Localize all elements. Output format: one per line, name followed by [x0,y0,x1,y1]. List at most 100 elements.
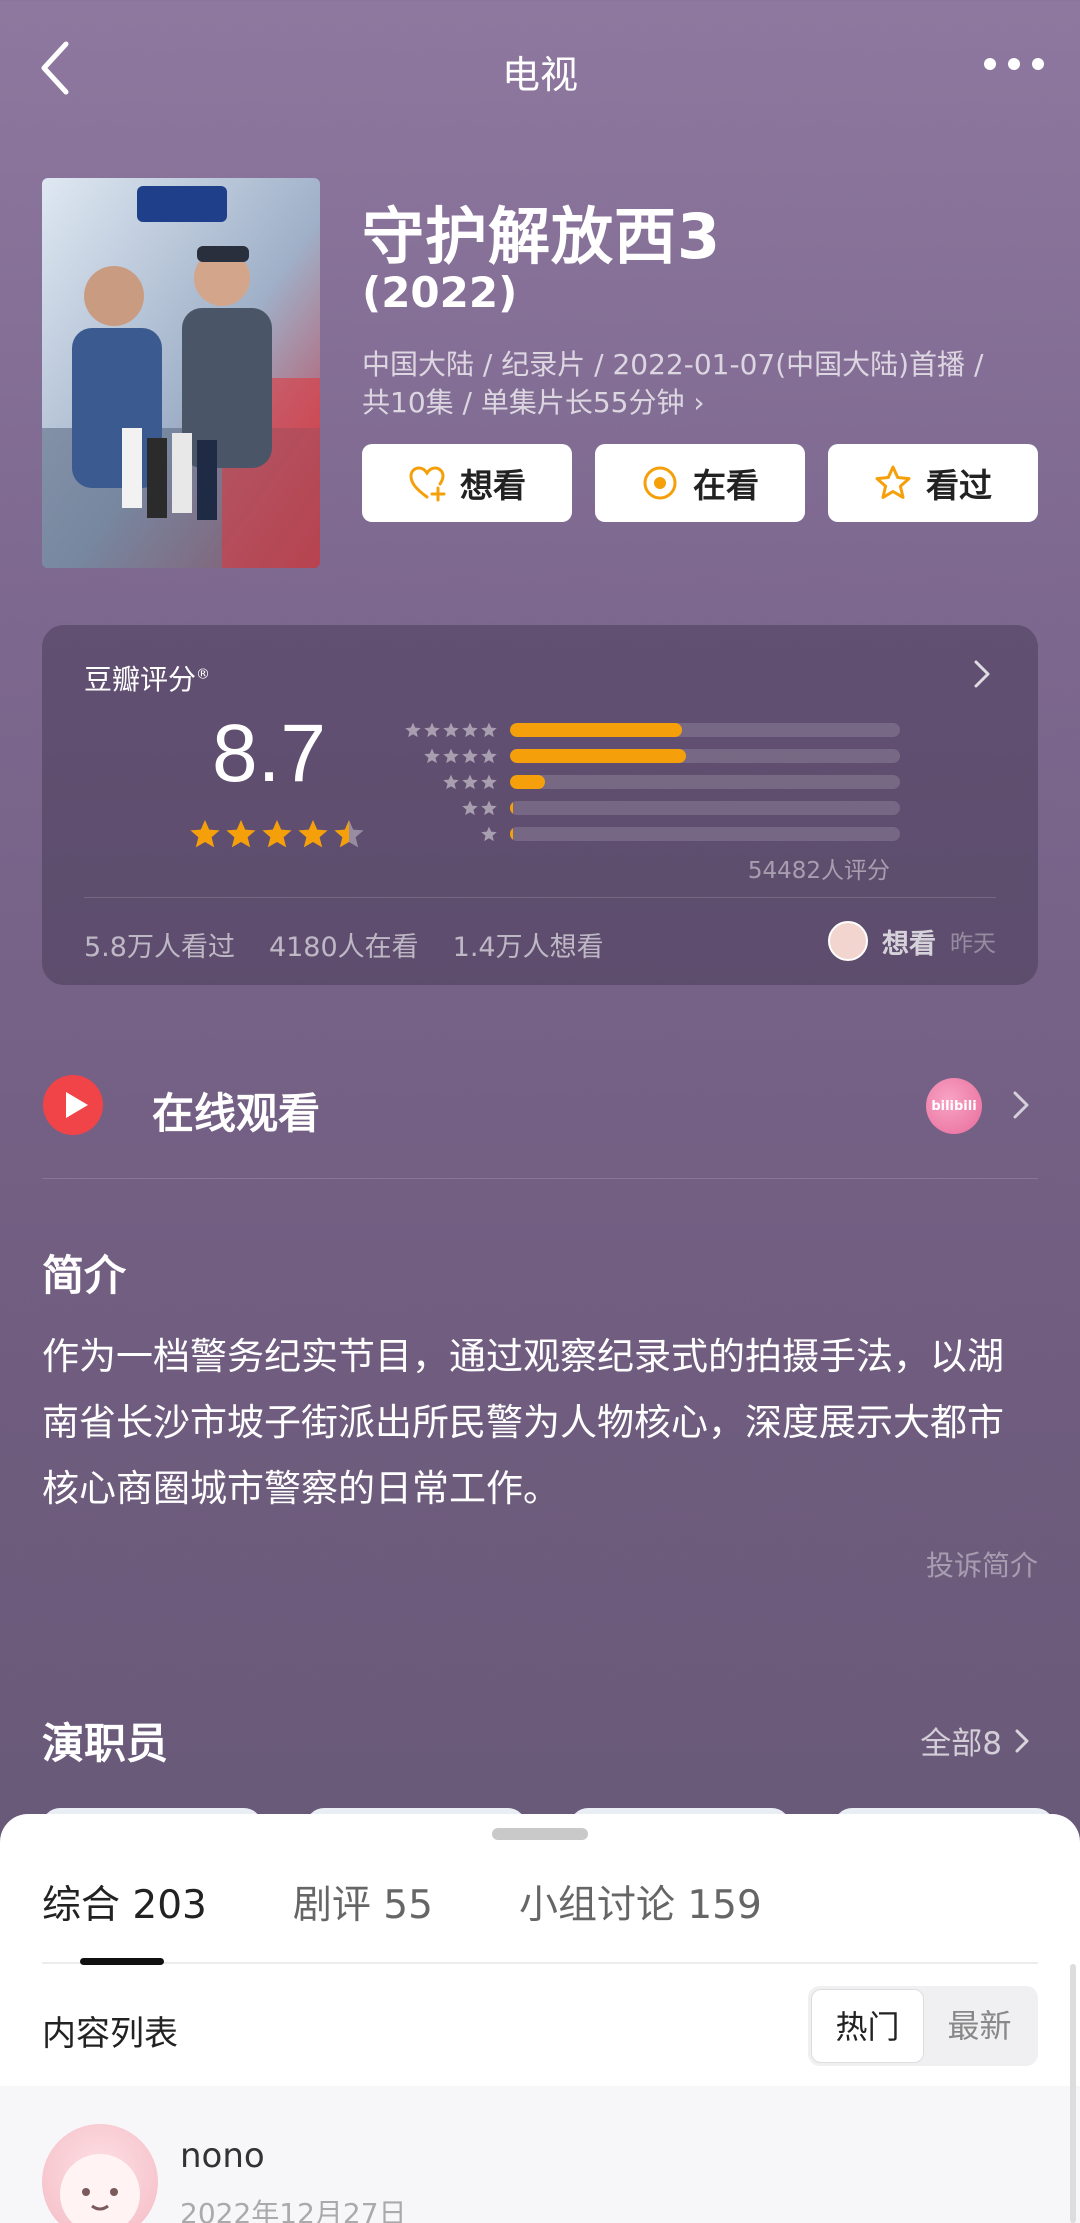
distribution-bar [510,749,686,763]
rating-card[interactable]: 豆瓣评分® 8.7 54482人评分 5.8万人看过 4180人在看 1.4万人… [42,625,1038,985]
more-horizontal-icon[interactable] [984,58,1044,74]
star-icon [481,800,497,816]
page-title: 电视 [501,53,578,97]
chevron-right-icon [1015,1729,1029,1752]
stat-watched[interactable]: 5.8万人看过 [84,925,235,964]
star-icon [424,722,440,738]
post-date: 2022年12月27日 [180,2197,407,2223]
star-icon [481,748,497,764]
tab-reviews[interactable]: 剧评 55 [293,1874,433,1930]
tab-indicator [80,1958,164,1965]
star-icon [443,748,459,764]
watch-online-label: 在线观看 [152,1089,321,1138]
intro-title: 简介 [42,1251,127,1300]
stat-want[interactable]: 1.4万人想看 [453,925,604,964]
distribution-row-5-star [388,717,900,743]
meta-line-1: 中国大陆 / 纪录片 / 2022-01-07(中国大陆)首播 / [362,348,984,381]
friend-activity[interactable]: 想看 昨天 [828,921,996,961]
row-stars [388,721,498,739]
star-icon [443,774,459,790]
sort-hot-button[interactable]: 热门 [811,1989,924,2063]
distribution-row-3-star [388,769,900,795]
distribution-track [510,827,900,841]
watching-circle-icon [643,466,677,500]
intro-text[interactable]: 作为一档警务纪实节目，通过观察纪录式的拍摄手法，以湖南省长沙市坡子街派出所民警为… [42,1324,1032,1522]
tabs-divider [42,1962,1038,1964]
sort-toggle: 热门 最新 [808,1986,1038,2066]
rating-label: 豆瓣评分® [84,663,211,696]
distribution-bar [510,801,513,815]
star-icon [334,820,364,848]
distribution-track [510,723,900,737]
section-divider [42,1178,1038,1179]
row-stars [388,799,498,817]
report-intro-link[interactable]: 投诉简介 [926,1544,1038,1584]
star-icon [298,820,328,848]
sheet-handle[interactable] [492,1828,588,1840]
post-username[interactable]: nono [180,2136,265,2176]
distribution-row-1-star [388,821,900,847]
show-title: 守护解放西3 [362,200,722,273]
distribution-track [510,749,900,763]
rating-count: 54482人评分 [747,858,890,884]
star-icon [481,774,497,790]
star-icon [462,774,478,790]
watch-online-row[interactable]: 在线观看 bilibili [42,1068,1038,1144]
star-icon [226,820,256,848]
tab-group-discussion[interactable]: 小组讨论 159 [519,1874,762,1930]
discussion-sheet[interactable]: 综合 203 剧评 55 小组讨论 159 内容列表 热门 最新 nono 20… [0,1814,1080,2223]
show-meta[interactable]: 中国大陆 / 纪录片 / 2022-01-07(中国大陆)首播 / 共10集 /… [362,346,1052,422]
show-poster[interactable] [42,178,320,568]
distribution-bar [510,723,682,737]
star-icon [262,820,292,848]
star-icon [190,820,220,848]
cast-all-label: 全部8 [920,1726,1002,1762]
sort-new-button[interactable]: 最新 [924,1989,1035,2063]
tab-overview[interactable]: 综合 203 [42,1874,207,1930]
card-divider [84,897,996,898]
star-icon [424,748,440,764]
top-bar: 电视 [0,0,1080,140]
star-icon [443,722,459,738]
rating-distribution [388,717,900,847]
watching-button[interactable]: 在看 [595,444,805,522]
distribution-row-4-star [388,743,900,769]
star-outline-icon [875,465,911,499]
watch-stats: 5.8万人看过 4180人在看 1.4万人想看 [84,925,604,964]
content-list-label: 内容列表 [42,2014,178,2054]
star-icon [462,800,478,816]
bilibili-logo: bilibili [926,1078,982,1134]
watched-button[interactable]: 看过 [828,444,1038,522]
star-icon [405,722,421,738]
distribution-track [510,775,900,789]
play-icon [43,1075,103,1135]
cast-title: 演职员 [42,1719,169,1768]
content-list [0,2086,1080,2223]
row-stars [388,747,498,765]
distribution-track [510,801,900,815]
star-icon [462,748,478,764]
cast-all-link[interactable]: 全部8 [920,1718,1030,1763]
friend-time: 昨天 [950,931,996,957]
want-button[interactable]: 想看 [362,444,572,522]
distribution-row-2-star [388,795,900,821]
action-row: 想看 在看 看过 [362,444,1038,522]
star-icon [481,826,497,842]
friend-status: 想看 [882,928,936,960]
rating-stars [188,817,366,851]
star-icon [462,722,478,738]
watching-label: 在看 [693,466,759,505]
rating-score: 8.7 [212,708,326,799]
scrollbar[interactable] [1070,1964,1076,2223]
distribution-bar [510,775,546,789]
watched-label: 看过 [926,466,992,505]
want-label: 想看 [460,466,526,505]
chevron-right-icon[interactable] [972,659,992,689]
distribution-bar [510,827,513,841]
show-year: (2022) [362,268,518,317]
stat-watching[interactable]: 4180人在看 [269,925,419,964]
friend-avatar [828,921,868,961]
row-stars [388,825,498,843]
row-stars [388,773,498,791]
meta-line-2: 共10集 / 单集片长55分钟 › [362,386,705,419]
